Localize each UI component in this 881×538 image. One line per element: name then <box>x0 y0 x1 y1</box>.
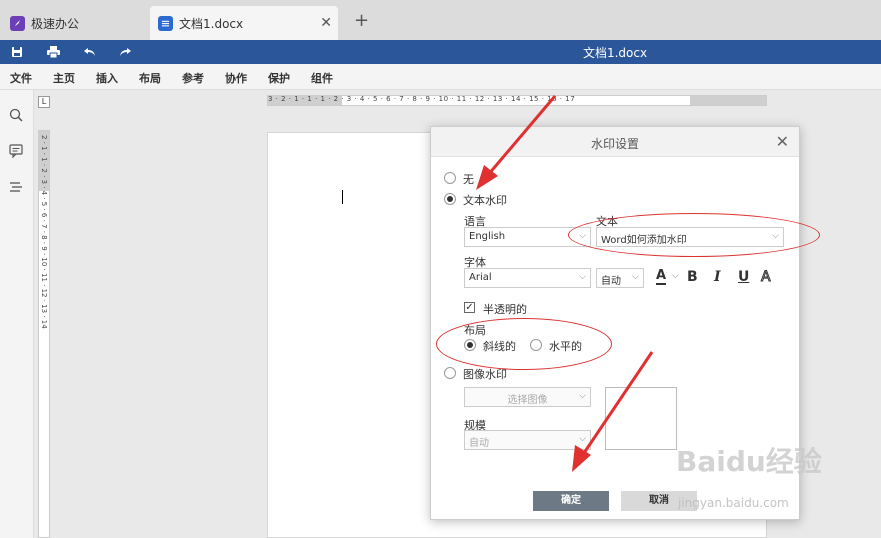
redo-icon[interactable] <box>117 44 133 60</box>
tab-label: 文档1.docx <box>179 16 244 31</box>
radio-image-watermark[interactable] <box>444 367 456 379</box>
menu-collaborate[interactable]: 协作 <box>225 70 247 86</box>
brand-watermark: Baidu经验 <box>676 445 822 478</box>
ruler-numbers: 2 · 1 · 1 · 2 · 3 · 4 · 5 · 6 · 7 · 8 · … <box>40 135 48 329</box>
font-value: Arial <box>469 272 492 283</box>
image-preview <box>605 387 677 450</box>
font-size-select[interactable]: 自动 ⌵ <box>596 268 644 288</box>
select-image-label: 选择图像 <box>507 395 548 406</box>
radio-text-watermark[interactable] <box>444 193 456 205</box>
comment-icon[interactable] <box>9 144 25 160</box>
font-color-button[interactable]: A <box>656 269 667 285</box>
annotation-ellipse-layout <box>436 318 612 370</box>
no-watermark-label: 无 <box>463 173 474 186</box>
tab-label: 极速办公 <box>31 16 80 31</box>
menu-protect[interactable]: 保护 <box>268 70 290 86</box>
language-value: English <box>469 231 506 242</box>
menu-references[interactable]: 参考 <box>182 70 204 86</box>
text-watermark-label: 文本水印 <box>463 194 507 207</box>
scale-select[interactable]: 自动 ⌵ <box>464 430 591 450</box>
underline-button[interactable]: U <box>738 269 749 285</box>
menu-layout[interactable]: 布局 <box>139 70 161 86</box>
search-icon[interactable] <box>9 108 25 124</box>
rocket-icon <box>10 15 25 31</box>
ruler-margin-right <box>690 96 766 105</box>
dialog-title: 水印设置 <box>590 137 639 151</box>
chevron-down-icon: ⌵ <box>579 434 586 444</box>
select-image-button[interactable]: 选择图像 ⌵ <box>464 387 591 407</box>
menu-file[interactable]: 文件 <box>10 70 32 86</box>
save-icon[interactable] <box>9 44 25 60</box>
chevron-down-icon[interactable]: ⌵ <box>672 271 679 281</box>
chevron-down-icon: ⌵ <box>632 272 639 282</box>
outline-button[interactable]: A <box>761 269 772 286</box>
bold-button[interactable]: B <box>687 269 698 285</box>
chevron-down-icon: ⌵ <box>579 272 586 282</box>
navigation-icon[interactable] <box>9 180 25 196</box>
menu-insert[interactable]: 插入 <box>96 70 118 86</box>
radio-no-watermark[interactable] <box>444 172 456 184</box>
font-size-value: 自动 <box>601 276 621 287</box>
document-title: 文档1.docx <box>582 46 648 60</box>
close-tab-icon[interactable]: ✕ <box>320 15 332 31</box>
tab-document[interactable]: 文档1.docx ✕ <box>150 6 338 40</box>
menu-home[interactable]: 主页 <box>53 70 75 86</box>
semi-transparent-checkbox[interactable]: ✓ <box>464 302 475 313</box>
ok-button[interactable]: 确定 <box>533 491 609 511</box>
tab-stop-selector[interactable]: L <box>38 96 50 108</box>
italic-button[interactable]: I <box>714 269 721 285</box>
new-tab-icon[interactable]: + <box>354 12 369 30</box>
close-icon[interactable]: ✕ <box>776 132 789 151</box>
horizontal-ruler[interactable]: 3 · 2 · 1 · 1 · 1 · 2 · 3 · 4 · 5 · 6 · … <box>267 95 767 106</box>
menu-plugins[interactable]: 组件 <box>311 70 333 86</box>
dialog-header: 水印设置 ✕ <box>431 127 799 157</box>
scale-value: 自动 <box>469 438 489 449</box>
document-icon <box>158 15 173 31</box>
left-sidebar <box>0 90 34 538</box>
print-icon[interactable] <box>45 44 61 60</box>
annotation-ellipse-text <box>568 213 820 257</box>
menu-bar: 文件 主页 插入 布局 参考 协作 保护 组件 <box>0 64 881 90</box>
tab-app-home[interactable]: 极速办公 <box>0 6 145 40</box>
browser-tab-bar: 极速办公 文档1.docx ✕ + <box>0 0 881 40</box>
brand-watermark-url: jingyan.baidu.com <box>678 496 789 510</box>
vertical-ruler[interactable]: 2 · 1 · 1 · 2 · 3 · 4 · 5 · 6 · 7 · 8 · … <box>38 130 50 538</box>
font-select[interactable]: Arial ⌵ <box>464 268 591 288</box>
ruler-numbers: 3 · 2 · 1 · 1 · 1 · 2 · 3 · 4 · 5 · 6 · … <box>268 95 576 103</box>
text-cursor <box>342 190 343 204</box>
editor-titlebar: 文档1.docx <box>0 40 881 64</box>
chevron-down-icon: ⌵ <box>579 391 586 401</box>
undo-icon[interactable] <box>81 44 97 60</box>
semi-transparent-label: 半透明的 <box>483 303 527 316</box>
